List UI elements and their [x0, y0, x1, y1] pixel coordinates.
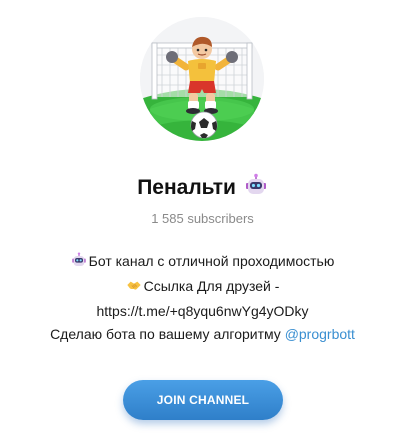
- channel-preview-card: Пенальти 1 585 subscribers Бот канал с о…: [0, 0, 405, 445]
- description-line-2-text: Ссылка Для друзей -: [143, 278, 280, 294]
- robot-icon: [244, 173, 268, 204]
- description-line-4-text: Сделаю бота по вашему алгоритму: [50, 326, 285, 342]
- description-line-4: Сделаю бота по вашему алгоритму @progrbo…: [0, 323, 405, 346]
- robot-icon: [71, 252, 87, 275]
- description-line-2: Ссылка Для друзей -: [0, 275, 405, 300]
- description-line-1-text: Бот канал с отличной проходимостью: [88, 253, 335, 269]
- description-line-3: https://t.me/+q8yqu6nwYg4yODky: [96, 303, 309, 319]
- channel-title: Пенальти: [137, 176, 236, 199]
- description-line-1: Бот канал с отличной проходимостью: [0, 250, 405, 275]
- channel-title-row: Пенальти: [0, 173, 405, 204]
- handshake-icon: [126, 277, 142, 300]
- channel-avatar: [140, 17, 264, 141]
- join-channel-button[interactable]: JOIN CHANNEL: [123, 380, 283, 420]
- channel-description: Бот канал с отличной проходимостью Ссылк…: [0, 250, 405, 346]
- bot-username-link[interactable]: @progrbott: [285, 326, 355, 342]
- subscriber-count: 1 585 subscribers: [151, 211, 254, 226]
- goalkeeper-penalty-icon: [140, 17, 264, 141]
